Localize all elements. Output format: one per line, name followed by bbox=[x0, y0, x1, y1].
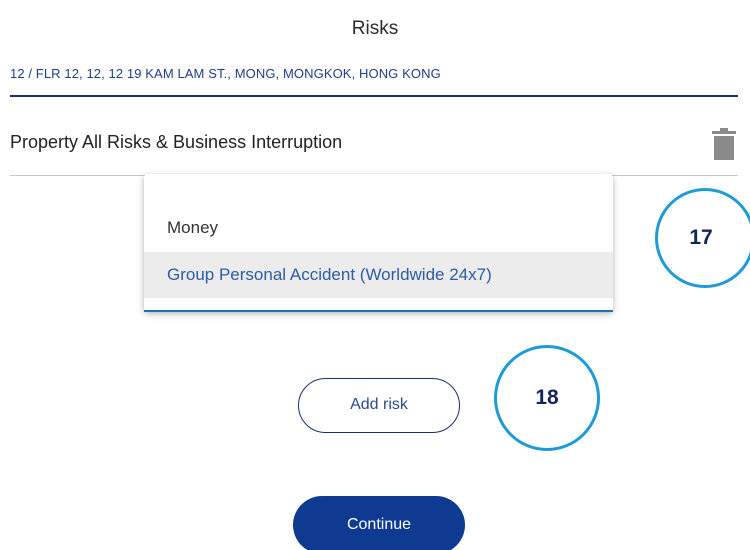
risk-label: Property All Risks & Business Interrupti… bbox=[10, 132, 343, 152]
risk-type-dropdown-menu: Money Group Personal Accident (Worldwide… bbox=[144, 174, 613, 312]
dropdown-option-group-personal-accident[interactable]: Group Personal Accident (Worldwide 24x7) bbox=[144, 252, 613, 298]
annotation-callout-18: 18 bbox=[494, 345, 600, 451]
trash-icon[interactable] bbox=[710, 128, 738, 160]
annotation-callout-17: 17 bbox=[655, 188, 750, 288]
continue-button[interactable]: Continue bbox=[293, 496, 465, 550]
page-title: Risks bbox=[351, 18, 399, 39]
risks-page: Risks 12 / FLR 12, 12, 12 19 KAM LAM ST.… bbox=[0, 0, 750, 550]
address-divider bbox=[10, 95, 738, 97]
location-address: 12 / FLR 12, 12, 12 19 KAM LAM ST., MONG… bbox=[10, 66, 441, 81]
risk-row: Property All Risks & Business Interrupti… bbox=[10, 128, 738, 160]
dropdown-option-money[interactable]: Money bbox=[144, 204, 613, 252]
add-risk-button[interactable]: Add risk bbox=[298, 378, 460, 433]
dropdown-focus-underline bbox=[144, 310, 613, 312]
